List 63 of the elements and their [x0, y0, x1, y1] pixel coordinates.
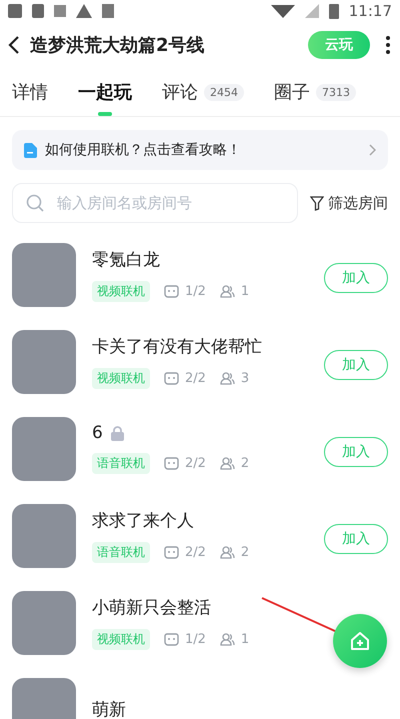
room-name: 零氪白龙 — [92, 248, 160, 270]
member-count: 2 — [240, 456, 250, 471]
mode-tag: 语音联机 — [92, 542, 150, 562]
app-notification-icon — [102, 4, 114, 18]
house-plus-icon — [350, 631, 370, 651]
app-notification-icon — [32, 4, 44, 18]
member-count: 1 — [240, 284, 250, 298]
mode-tag: 语音联机 — [92, 453, 150, 474]
mode-tag: 视频联机 — [92, 628, 150, 650]
slot-count: 1/2 — [185, 284, 206, 298]
filter-icon — [310, 196, 324, 210]
tab-indicator — [98, 112, 112, 116]
guide-banner[interactable]: 如何使用联机？点击查看攻略！ — [12, 130, 388, 170]
status-time: 11:17 — [348, 2, 392, 20]
game-title: 造梦洪荒大劫篇2号线 — [30, 34, 206, 57]
slot-count: 2/2 — [185, 456, 206, 471]
tab[interactable]: 一起玩 — [78, 68, 132, 116]
slot-count: 2/2 — [185, 370, 206, 386]
users-icon — [220, 372, 235, 384]
room-search-field[interactable]: 输入房间名或房间号 — [12, 183, 298, 223]
wifi-icon — [270, 4, 295, 18]
signal-icon — [304, 4, 319, 18]
warning-icon — [76, 4, 92, 18]
users-icon — [220, 457, 235, 470]
slot-count: 1/2 — [185, 632, 206, 646]
room-name: 6 — [92, 423, 103, 443]
gamepad-icon — [164, 284, 179, 298]
room-name: 小萌新只会整活 — [92, 596, 211, 618]
slot-count: 2/2 — [185, 544, 206, 560]
mode-tag: 视频联机 — [92, 280, 150, 302]
tab-count: 2454 — [204, 84, 244, 100]
more-icon[interactable] — [386, 36, 390, 54]
game-avatar — [12, 242, 76, 306]
gamepad-icon — [164, 457, 179, 470]
member-count: 3 — [240, 370, 250, 386]
room-name: 萌新 — [92, 699, 126, 719]
tab[interactable]: 评论 2454 — [162, 68, 244, 116]
gamepad-icon — [164, 546, 179, 558]
mode-tag: 视频联机 — [92, 368, 150, 388]
gamepad-icon — [164, 632, 179, 646]
game-avatar — [12, 416, 76, 480]
app-notification-icon — [54, 5, 66, 17]
member-count: 2 — [240, 544, 250, 560]
battery-icon — [328, 4, 339, 18]
room-name: 卡关了有没有大佬帮忙 — [92, 336, 262, 358]
tab[interactable]: 圈子 7313 — [274, 68, 356, 116]
guide-text: 如何使用联机？点击查看攻略！ — [45, 141, 242, 159]
game-avatar — [12, 330, 76, 394]
room-name: 求求了来个人 — [92, 510, 194, 532]
users-icon — [220, 546, 235, 558]
app-notification-icon — [8, 4, 22, 18]
chevron-right-icon — [369, 144, 376, 156]
gamepad-icon — [164, 372, 179, 384]
users-icon — [220, 284, 235, 298]
member-count: 1 — [240, 632, 250, 646]
filter-rooms-button[interactable]: 筛选房间 — [310, 194, 388, 212]
tab[interactable]: 详情 — [12, 68, 48, 116]
tab-count: 7313 — [316, 84, 356, 100]
game-avatar — [12, 590, 76, 654]
back-icon[interactable] — [8, 36, 20, 54]
game-avatar — [12, 504, 76, 568]
users-icon — [220, 632, 235, 646]
document-icon — [24, 142, 37, 158]
